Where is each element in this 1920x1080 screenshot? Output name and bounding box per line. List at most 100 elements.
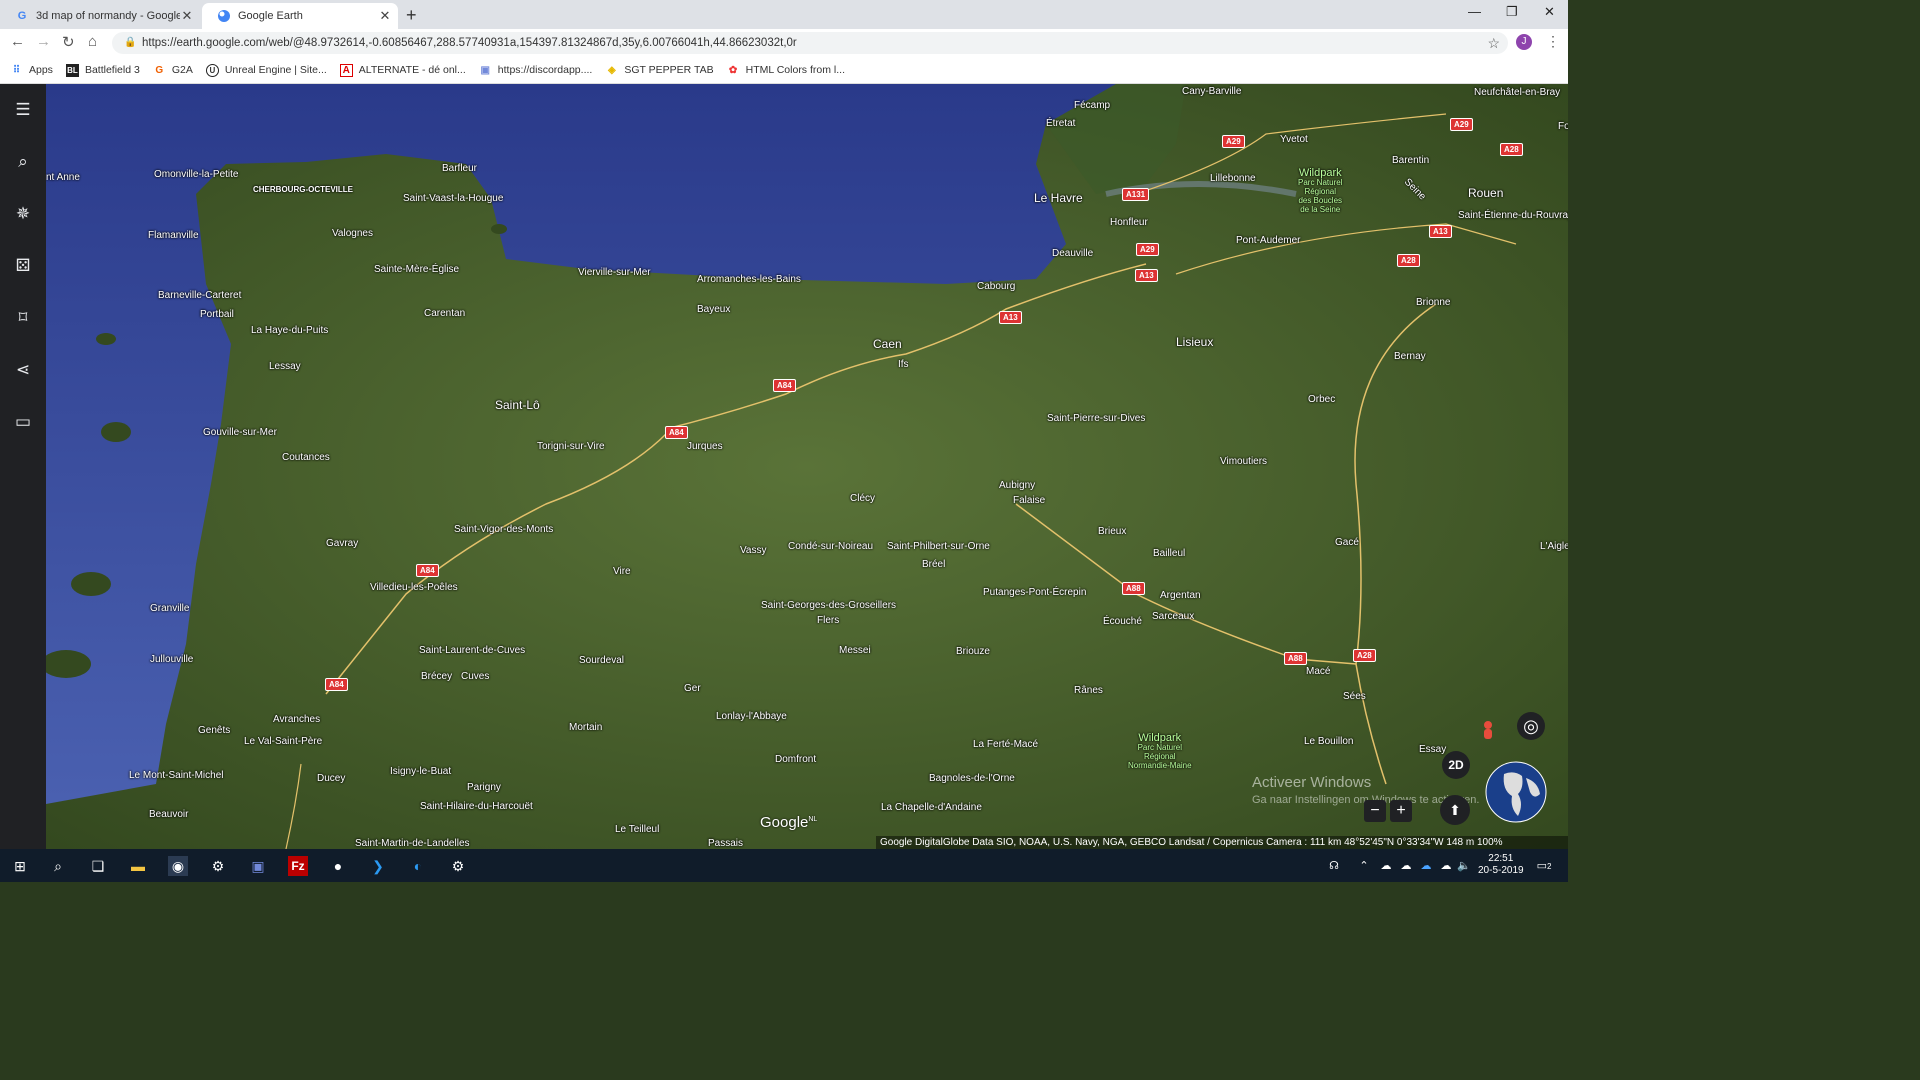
- place-label: Lillebonne: [1210, 173, 1256, 184]
- feeling-lucky-icon[interactable]: ⚄: [13, 256, 33, 276]
- back-icon[interactable]: ←: [10, 33, 25, 50]
- place-label: Valognes: [332, 228, 373, 239]
- place-label: Omonville-la-Petite: [154, 169, 239, 180]
- earth-sidebar: ☰ ⌕ ✵ ⚄ ⌑ ⋖ ▭: [0, 84, 46, 849]
- bookmark-alternate[interactable]: A ALTERNATE - dé onl...: [339, 63, 466, 77]
- system-clock[interactable]: 22:51 20-5-2019: [1478, 853, 1524, 877]
- steam-icon[interactable]: ⚙: [208, 856, 228, 876]
- place-label: Messei: [839, 645, 871, 656]
- place-label: Saint-Lô: [495, 398, 540, 412]
- zoom-out-button[interactable]: −: [1364, 800, 1386, 822]
- place-label: La Ferté-Macé: [973, 739, 1039, 750]
- earth-map-view[interactable]: Cany-Barville Neufchâtel-en-Bray Fécamp …: [46, 84, 1568, 849]
- address-bar[interactable]: 🔒 https://earth.google.com/web/@48.97326…: [112, 32, 1508, 54]
- onedrive-icon[interactable]: ☁: [1396, 856, 1416, 876]
- road-shield: A13: [1135, 269, 1158, 282]
- place-label: Saint-Georges-des-Groseillers: [761, 600, 897, 611]
- vscode-icon[interactable]: ❯: [368, 856, 388, 876]
- measure-ruler-icon[interactable]: ▭: [13, 412, 33, 432]
- toggle-2d-button[interactable]: 2D: [1442, 751, 1470, 779]
- road-shield: A84: [773, 379, 796, 392]
- home-icon[interactable]: ⌂: [88, 33, 97, 50]
- reload-icon[interactable]: ↻: [62, 33, 75, 51]
- forward-icon[interactable]: →: [36, 33, 51, 50]
- search-icon[interactable]: ⌕: [48, 856, 68, 876]
- close-tab-icon[interactable]: ✕: [378, 8, 392, 24]
- bookmark-label: Battlefield 3: [84, 64, 140, 76]
- road-shield: A29: [1450, 118, 1473, 131]
- file-explorer-icon[interactable]: ▬: [128, 856, 148, 876]
- place-label: Gouville-sur-Mer: [203, 427, 277, 438]
- place-label: Ger: [684, 683, 701, 694]
- onedrive-blue-icon[interactable]: ☁: [1416, 856, 1436, 876]
- share-icon[interactable]: ⋖: [13, 360, 33, 380]
- pegman-icon[interactable]: [1476, 719, 1500, 743]
- place-label: Orbec: [1308, 394, 1336, 405]
- chrome-icon[interactable]: ◉: [168, 856, 188, 876]
- place-label: Gacé: [1335, 537, 1359, 548]
- g2a-icon: G: [155, 64, 164, 76]
- hamburger-menu-icon[interactable]: ☰: [13, 100, 33, 120]
- bookmark-star-icon[interactable]: ☆: [1487, 32, 1500, 54]
- road-shield: A84: [665, 426, 688, 439]
- filezilla-icon[interactable]: Fz: [288, 856, 308, 876]
- avatar[interactable]: J: [1516, 34, 1532, 50]
- close-window-icon[interactable]: ✕: [1544, 4, 1555, 20]
- globe-overview[interactable]: [1484, 760, 1548, 824]
- place-label: Brionne: [1416, 297, 1451, 308]
- park-line: des Boucles: [1298, 196, 1343, 205]
- search-icon[interactable]: ⌕: [13, 152, 33, 172]
- place-label: Le Teilleul: [615, 824, 660, 835]
- bookmark-apps[interactable]: ⠿ Apps: [10, 64, 53, 77]
- voyager-icon[interactable]: ✵: [13, 204, 33, 224]
- my-location-icon[interactable]: ◎: [1517, 712, 1545, 740]
- place-label: Genêts: [198, 725, 231, 736]
- menu-icon[interactable]: ⋮: [1546, 33, 1560, 50]
- new-tab-button[interactable]: +: [406, 5, 417, 26]
- notification-center-icon[interactable]: ▭2: [1534, 856, 1554, 876]
- steam-icon[interactable]: ⚙: [448, 856, 468, 876]
- firefox-icon[interactable]: ◐: [408, 856, 428, 876]
- place-label: Neufchâtel-en-Bray: [1474, 87, 1561, 98]
- tab-google-earth[interactable]: Google Earth ✕: [202, 3, 398, 29]
- place-label: Pont-Audemer: [1236, 235, 1301, 246]
- place-label: Flers: [817, 615, 840, 626]
- volume-icon[interactable]: 🔈: [1454, 856, 1474, 876]
- clock-time: 22:51: [1488, 853, 1514, 864]
- place-label: Sainte-Mère-Église: [374, 264, 460, 275]
- windows-start-icon[interactable]: ⊞: [10, 856, 30, 876]
- park-line: Parc Naturel: [1137, 743, 1183, 752]
- discord-icon[interactable]: ▣: [248, 856, 268, 876]
- road-shield: A29: [1222, 135, 1245, 148]
- maximize-icon[interactable]: ❐: [1506, 4, 1518, 20]
- bookmark-discord[interactable]: ▣ https://discordapp....: [479, 64, 593, 77]
- place-label: Vassy: [740, 545, 767, 556]
- zoom-in-button[interactable]: +: [1390, 800, 1412, 822]
- place-label: Bagnoles-de-l'Orne: [929, 773, 1015, 784]
- bookmark-html-colors[interactable]: ✿ HTML Colors from l...: [727, 64, 845, 77]
- tray-chevron-icon[interactable]: ⌃: [1354, 856, 1374, 876]
- projects-bookmark-icon[interactable]: ⌑: [13, 308, 33, 328]
- bookmark-g2a[interactable]: G G2A: [153, 64, 192, 77]
- bookmark-sgt-pepper[interactable]: ◈ SGT PEPPER TAB: [605, 64, 714, 77]
- bookmark-unreal[interactable]: U Unreal Engine | Site...: [205, 63, 327, 77]
- tab-google-search[interactable]: G 3d map of normandy - Google zo ✕: [0, 3, 200, 29]
- park-title: Wildpark: [1138, 732, 1182, 744]
- place-label: nt Anne: [46, 172, 80, 183]
- place-label: Saint-Philbert-sur-Orne: [887, 541, 990, 552]
- place-label: Carentan: [424, 308, 466, 319]
- place-label: Vire: [613, 566, 631, 577]
- place-label: La Chapelle-d'Andaine: [881, 802, 982, 813]
- place-label: Barfleur: [442, 163, 478, 174]
- compass-icon[interactable]: ⬆: [1440, 795, 1470, 825]
- github-icon[interactable]: ●: [328, 856, 348, 876]
- people-icon[interactable]: ☊: [1324, 856, 1344, 876]
- close-tab-icon[interactable]: ✕: [180, 8, 194, 24]
- network-icon[interactable]: ☁: [1436, 856, 1456, 876]
- task-view-icon[interactable]: ❏: [88, 856, 108, 876]
- minimize-icon[interactable]: —: [1468, 4, 1481, 19]
- cloud-icon[interactable]: ☁: [1376, 856, 1396, 876]
- place-label: Deauville: [1052, 248, 1094, 259]
- bookmark-battlefield[interactable]: BL Battlefield 3: [65, 63, 140, 77]
- place-label: Torigni-sur-Vire: [537, 441, 605, 452]
